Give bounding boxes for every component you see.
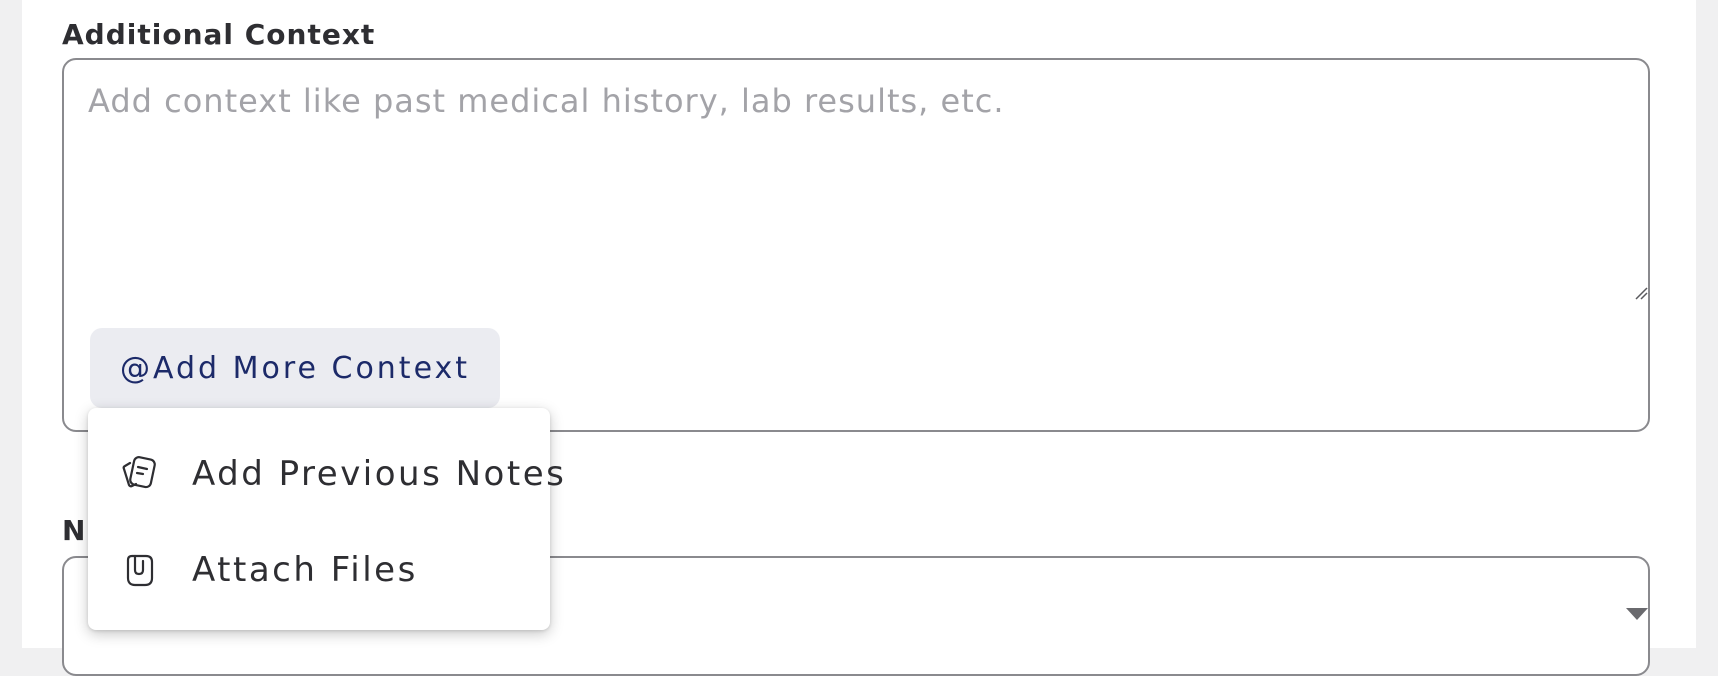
additional-context-label: Additional Context xyxy=(62,18,376,51)
dropdown-arrow-icon[interactable] xyxy=(1626,608,1648,620)
resize-handle-icon[interactable] xyxy=(1634,286,1648,300)
form-panel: Additional Context @Add More Context N A… xyxy=(22,0,1696,676)
attach-icon xyxy=(120,550,160,590)
additional-context-field[interactable]: @Add More Context xyxy=(62,58,1650,432)
menu-item-add-previous-notes[interactable]: Add Previous Notes xyxy=(88,434,564,514)
add-context-menu: Add Previous Notes Attach Files xyxy=(88,408,564,630)
additional-context-textarea[interactable] xyxy=(88,82,1618,342)
menu-item-attach-files[interactable]: Attach Files xyxy=(88,530,550,610)
notes-icon xyxy=(120,454,160,494)
menu-item-label: Attach Files xyxy=(192,550,418,590)
add-more-context-button[interactable]: @Add More Context xyxy=(90,328,500,408)
menu-item-label: Add Previous Notes xyxy=(192,454,567,494)
